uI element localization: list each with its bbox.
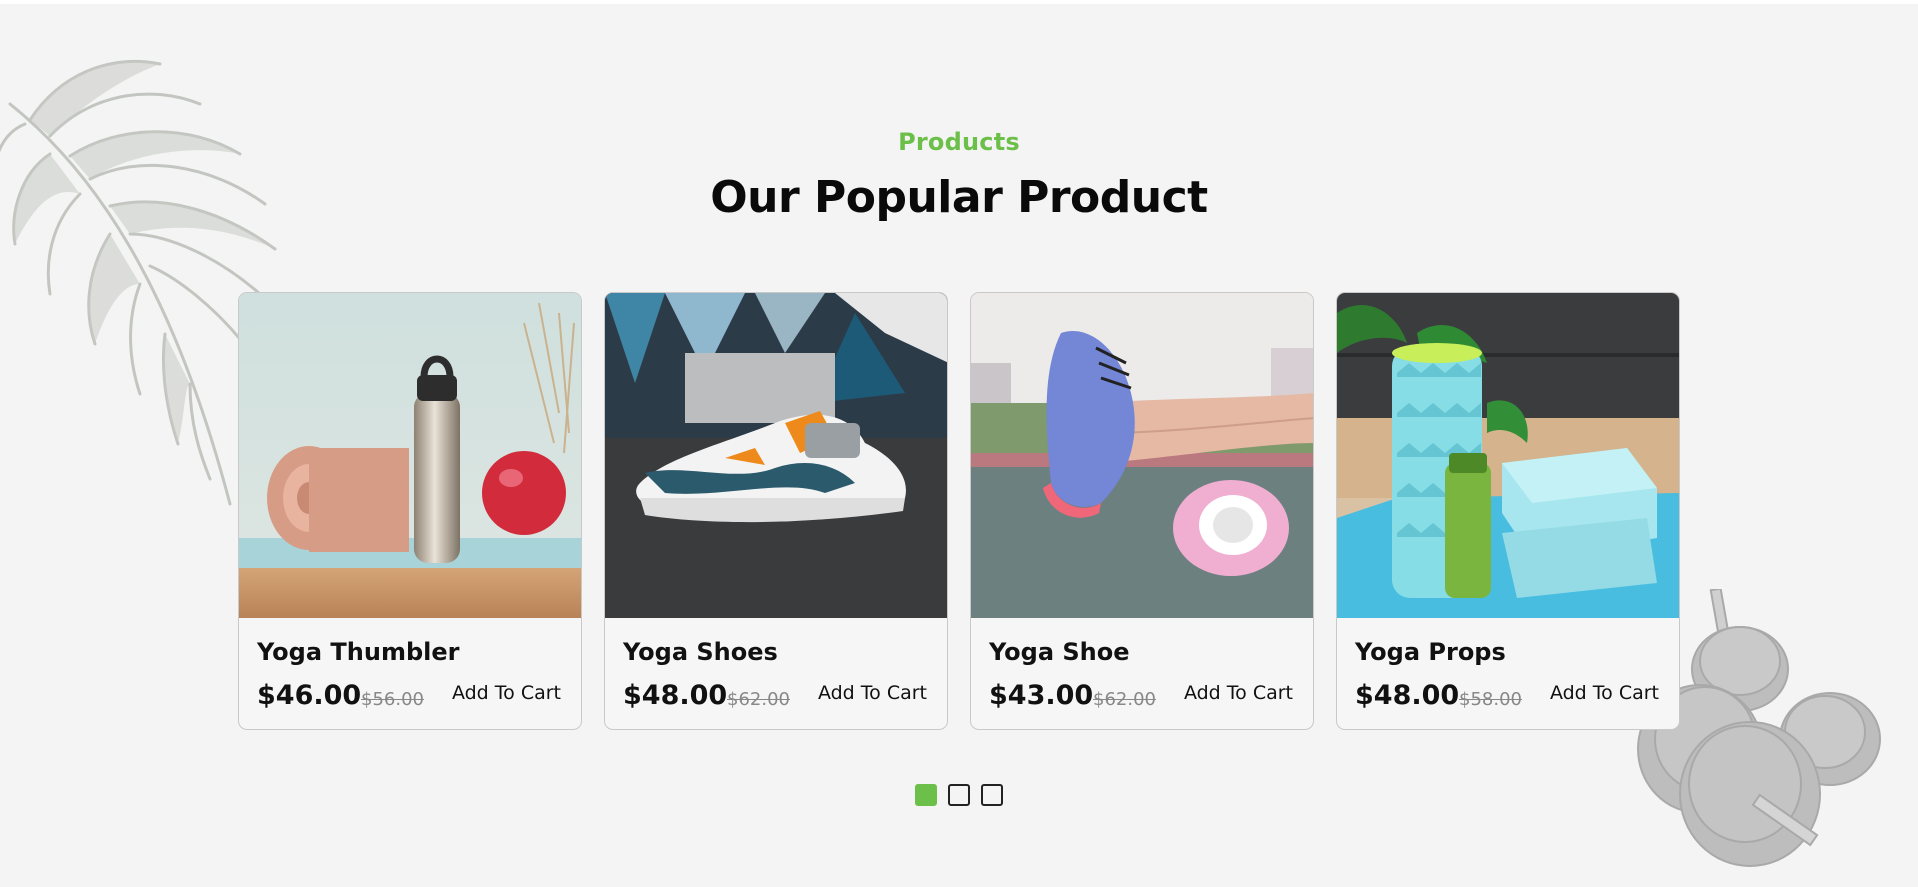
product-card[interactable]: Yoga Props $48.00 $58.00 Add To Cart: [1336, 292, 1680, 730]
product-card[interactable]: Yoga Shoe $43.00 $62.00 Add To Cart: [970, 292, 1314, 730]
product-price: $48.00: [623, 680, 728, 711]
add-to-cart-button[interactable]: Add To Cart: [1550, 682, 1659, 704]
product-old-price: $58.00: [1459, 689, 1522, 710]
product-name[interactable]: Yoga Shoes: [623, 638, 778, 666]
product-card[interactable]: Yoga Shoes $48.00 $62.00 Add To Cart: [604, 292, 948, 730]
pagination-dot-3[interactable]: [981, 784, 1003, 806]
products-section: Products Our Popular Product Yoga Thumbl…: [0, 4, 1918, 887]
product-card[interactable]: Yoga Thumbler $46.00 $56.00 Add To Cart: [238, 292, 582, 730]
product-price: $48.00: [1355, 680, 1460, 711]
add-to-cart-button[interactable]: Add To Cart: [452, 682, 561, 704]
product-price: $46.00: [257, 680, 362, 711]
product-image-yoga-thumbler[interactable]: [239, 293, 581, 618]
product-name[interactable]: Yoga Thumbler: [257, 638, 459, 666]
carousel-pagination: [915, 784, 1003, 806]
pagination-dot-2[interactable]: [948, 784, 970, 806]
section-title: Our Popular Product: [710, 172, 1208, 223]
product-price: $43.00: [989, 680, 1094, 711]
product-image-yoga-shoes[interactable]: [605, 293, 947, 618]
product-old-price: $62.00: [727, 689, 790, 710]
product-old-price: $56.00: [361, 689, 424, 710]
add-to-cart-button[interactable]: Add To Cart: [1184, 682, 1293, 704]
pagination-dot-1[interactable]: [915, 784, 937, 806]
product-name[interactable]: Yoga Shoe: [989, 638, 1130, 666]
product-image-yoga-shoe[interactable]: [971, 293, 1313, 618]
product-name[interactable]: Yoga Props: [1355, 638, 1506, 666]
product-image-yoga-props[interactable]: [1337, 293, 1679, 618]
product-old-price: $62.00: [1093, 689, 1156, 710]
section-eyebrow: Products: [898, 128, 1020, 156]
add-to-cart-button[interactable]: Add To Cart: [818, 682, 927, 704]
